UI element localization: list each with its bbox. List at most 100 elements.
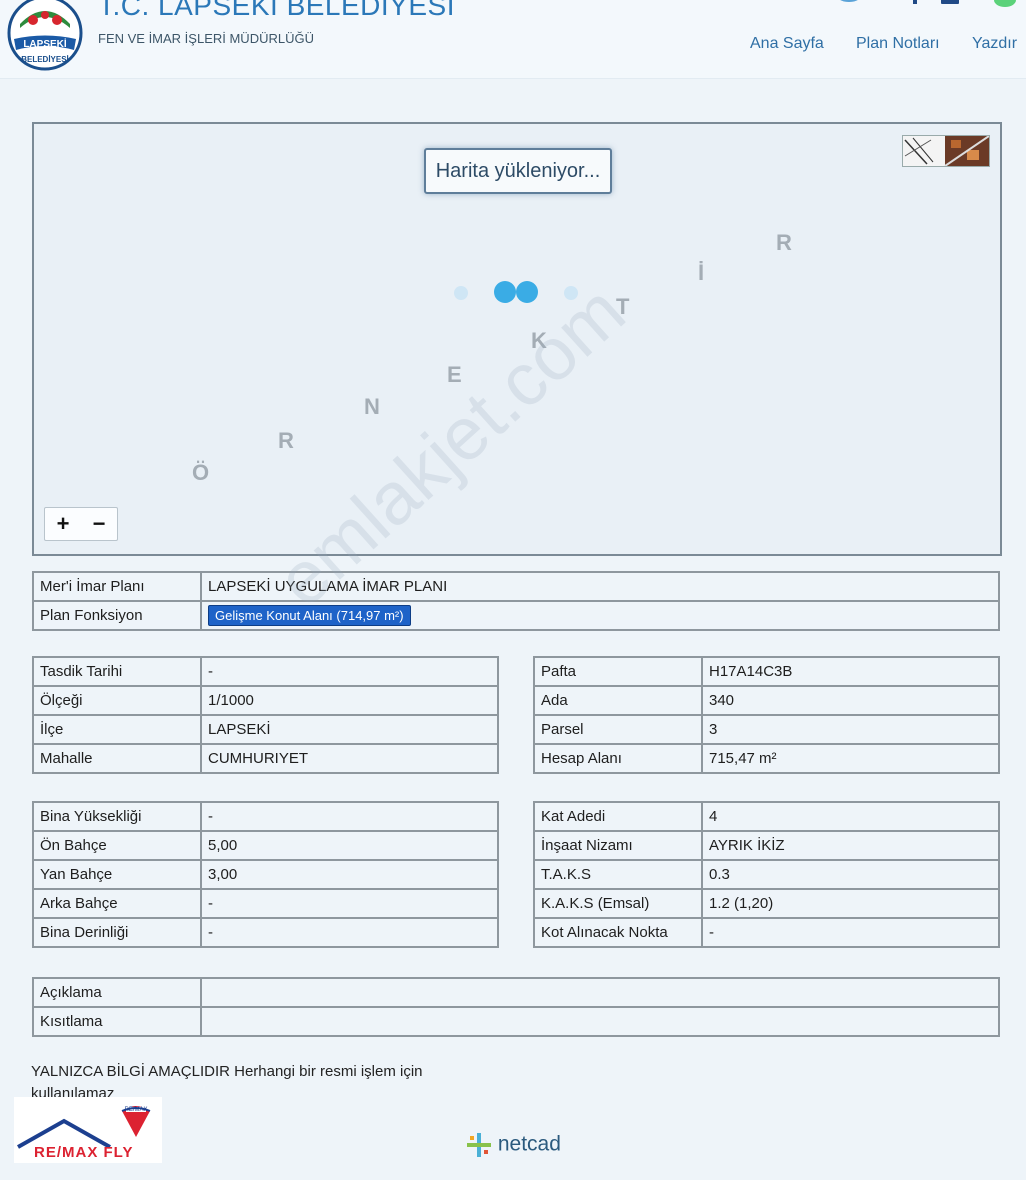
info-label: Mahalle: [32, 743, 202, 774]
watermark-letter: R: [278, 428, 294, 453]
remax-logo: RE/MAX RE/MAX FLY: [14, 1097, 162, 1163]
watermark-letter: N: [364, 394, 380, 419]
info-label: Kat Adedi: [533, 801, 703, 832]
info-value: -: [200, 801, 499, 832]
nav-plan-notes[interactable]: Plan Notları: [856, 35, 940, 53]
info-label: Bina Derinliği: [32, 917, 202, 948]
page-subtitle: FEN VE İMAR İŞLERİ MÜDÜRLÜĞÜ: [98, 31, 314, 46]
info-value: CUMHURIYET: [200, 743, 499, 774]
table-row: Kot Alınacak Nokta -: [533, 917, 1000, 948]
nav-print[interactable]: Yazdır: [972, 35, 1017, 53]
building-info-left: Bina Yüksekliği - Ön Bahçe 5,00 Yan Bahçe 3…: [32, 801, 499, 948]
parcel-info-right: Pafta H17A14C3B Ada 340 Parsel 3 Hesap Alan…: [533, 656, 1000, 774]
table-row: İnşaat Nizamı AYRIK İKİZ: [533, 830, 1000, 861]
plan-table: Mer'i İmar Planı LAPSEKİ UYGULAMA İMAR P…: [32, 571, 1000, 631]
table-row: Tasdik Tarihi -: [32, 656, 499, 687]
info-label: Arka Bahçe: [32, 888, 202, 919]
notes-value: [200, 977, 1000, 1008]
info-value: -: [200, 888, 499, 919]
table-row: Bina Derinliği -: [32, 917, 499, 948]
plan-function-cell: Gelişme Konut Alanı (714,97 m²): [200, 600, 1000, 631]
municipality-logo: LAPSEKİ BELEDİYESİ: [7, 0, 83, 71]
whatsapp-icon[interactable]: [994, 0, 1016, 7]
info-value: LAPSEKİ: [200, 714, 499, 745]
info-label: T.A.K.S: [533, 859, 703, 890]
table-row: Ada 340: [533, 685, 1000, 716]
plan-function-badge[interactable]: Gelişme Konut Alanı (714,97 m²): [208, 605, 411, 626]
info-value: -: [200, 917, 499, 948]
table-row: K.A.K.S (Emsal) 1.2 (1,20): [533, 888, 1000, 919]
info-label: Pafta: [533, 656, 703, 687]
watermark-letter: K: [531, 328, 547, 353]
netcad-star-icon: [467, 1133, 491, 1157]
facebook-icon[interactable]: [913, 0, 917, 4]
info-label: İlçe: [32, 714, 202, 745]
spinner-dot-2: [516, 281, 538, 303]
zoom-control: + −: [44, 507, 118, 541]
table-row: Bina Yüksekliği -: [32, 801, 499, 832]
table-row: Ön Bahçe 5,00: [32, 830, 499, 861]
netcad-logo: netcad: [466, 1132, 561, 1158]
info-value: 715,47 m²: [701, 743, 1000, 774]
watermark-letter: Ö: [192, 460, 210, 485]
info-label: K.A.K.S (Emsal): [533, 888, 703, 919]
info-label: Tasdik Tarihi: [32, 656, 202, 687]
building-info-right: Kat Adedi 4 İnşaat Nizamı AYRIK İKİZ T.A.K…: [533, 801, 1000, 948]
table-row: Açıklama: [32, 977, 1000, 1008]
basemap-thumbnail-icon: [903, 136, 989, 166]
plan-function-label: Plan Fonksiyon: [32, 600, 202, 631]
map-viewer[interactable]: Harita yükleniyor... Ö R N E K T İ R + −: [32, 122, 1002, 556]
table-row: Kat Adedi 4: [533, 801, 1000, 832]
map-loading-message: Harita yükleniyor...: [424, 148, 612, 194]
info-value: 5,00: [200, 830, 499, 861]
page-title: T.C. LAPSEKİ BELEDİYESİ: [98, 0, 455, 21]
zoom-in-button[interactable]: +: [45, 508, 81, 540]
info-value: 1.2 (1,20): [701, 888, 1000, 919]
basemap-switcher[interactable]: [902, 135, 990, 167]
table-row: Pafta H17A14C3B: [533, 656, 1000, 687]
nav-home[interactable]: Ana Sayfa: [750, 35, 824, 53]
info-label: Ada: [533, 685, 703, 716]
parcel-info-left: Tasdik Tarihi - Ölçeği 1/1000 İlçe LAPSEKİ …: [32, 656, 499, 774]
linkedin-icon[interactable]: [941, 0, 959, 4]
spinner-dot-1: [494, 281, 516, 303]
table-row: Plan Fonksiyon Gelişme Konut Alanı (714,…: [32, 600, 1000, 631]
email-icon[interactable]: [838, 0, 860, 2]
info-value: 1/1000: [200, 685, 499, 716]
info-label: Ölçeği: [32, 685, 202, 716]
watermark-letter: T: [616, 294, 630, 319]
info-label: Ön Bahçe: [32, 830, 202, 861]
remax-brand-text: RE/MAX FLY: [34, 1144, 133, 1161]
notes-table: Açıklama Kısıtlama: [32, 977, 1000, 1037]
info-label: Yan Bahçe: [32, 859, 202, 890]
plan-value: LAPSEKİ UYGULAMA İMAR PLANI: [200, 571, 1000, 602]
table-row: Arka Bahçe -: [32, 888, 499, 919]
info-value: 3: [701, 714, 1000, 745]
table-row: Parsel 3: [533, 714, 1000, 745]
netcad-brand-text: netcad: [497, 1132, 561, 1156]
info-value: -: [701, 917, 1000, 948]
table-row: Mer'i İmar Planı LAPSEKİ UYGULAMA İMAR P…: [32, 571, 1000, 602]
spinner-dot-faint-left: [454, 286, 468, 300]
restriction-value: [200, 1006, 1000, 1037]
watermark-letter: R: [776, 230, 792, 255]
info-value: 0.3: [701, 859, 1000, 890]
table-row: Ölçeği 1/1000: [32, 685, 499, 716]
table-row: Kısıtlama: [32, 1006, 1000, 1037]
table-row: İlçe LAPSEKİ: [32, 714, 499, 745]
table-row: Mahalle CUMHURIYET: [32, 743, 499, 774]
info-label: Kot Alınacak Nokta: [533, 917, 703, 948]
logo-text-bottom: BELEDİYESİ: [21, 55, 69, 64]
info-label: Bina Yüksekliği: [32, 801, 202, 832]
info-label: Hesap Alanı: [533, 743, 703, 774]
info-value: H17A14C3B: [701, 656, 1000, 687]
info-value: AYRIK İKİZ: [701, 830, 1000, 861]
table-row: Yan Bahçe 3,00: [32, 859, 499, 890]
watermark-letter: İ: [698, 260, 705, 285]
info-value: 340: [701, 685, 1000, 716]
zoom-out-button[interactable]: −: [81, 508, 117, 540]
info-value: 4: [701, 801, 1000, 832]
table-row: Hesap Alanı 715,47 m²: [533, 743, 1000, 774]
plan-label: Mer'i İmar Planı: [32, 571, 202, 602]
logo-text-top: LAPSEKİ: [23, 37, 67, 50]
